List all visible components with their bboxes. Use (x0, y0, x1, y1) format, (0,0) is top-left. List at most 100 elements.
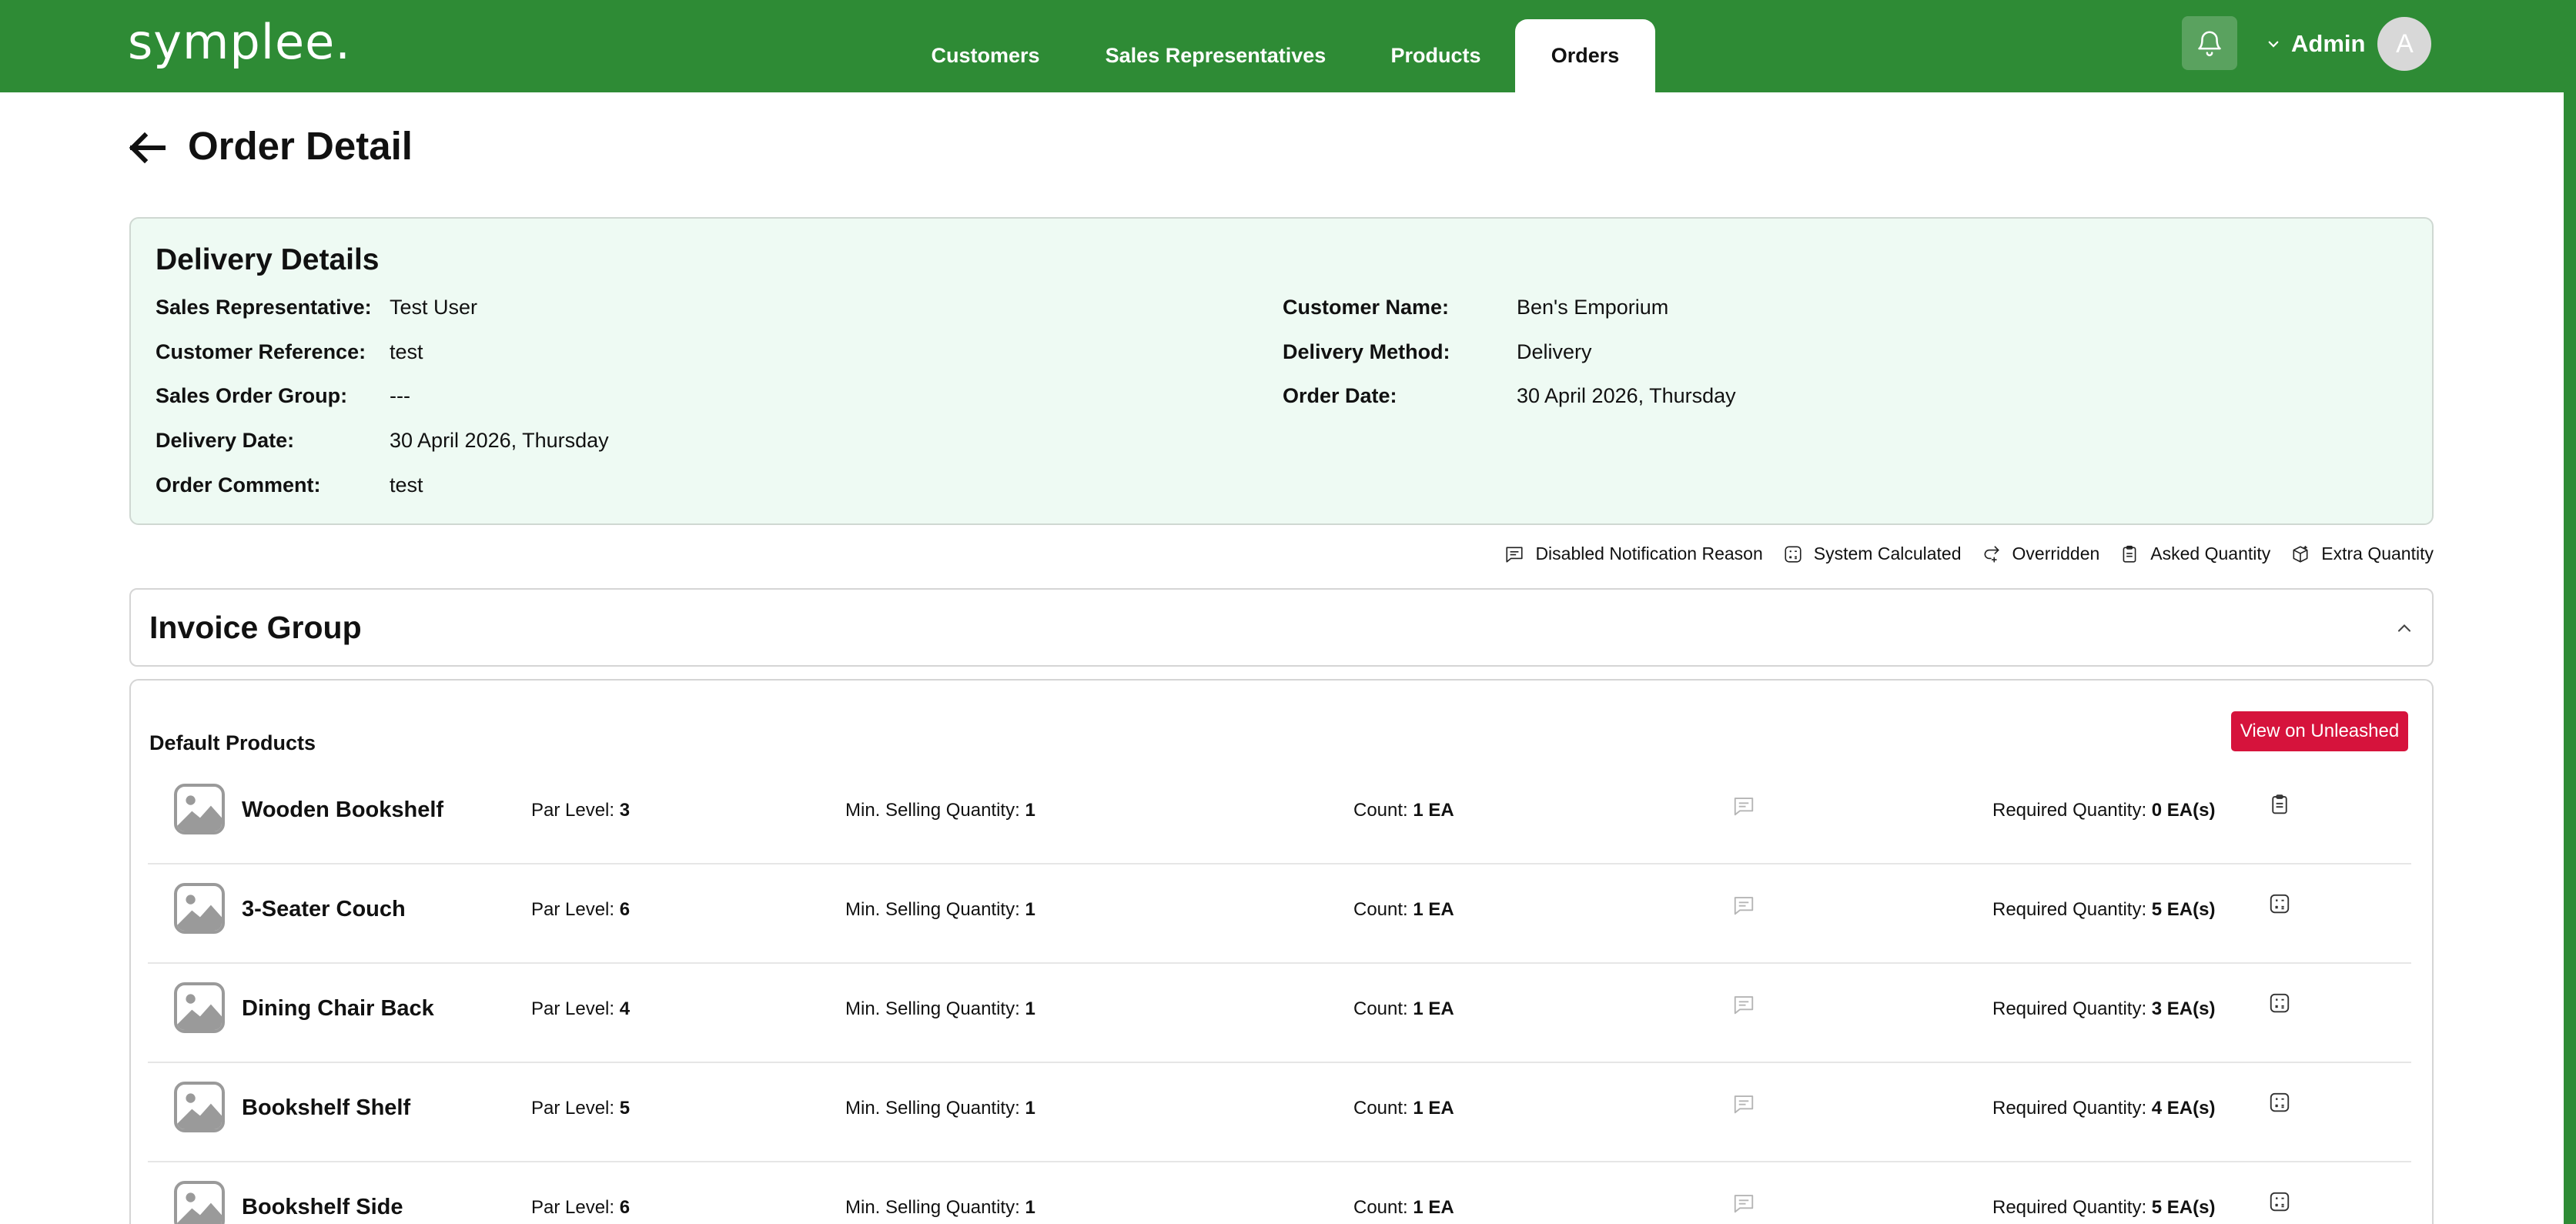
count-label: Count: (1353, 1098, 1408, 1119)
legend-label: Overridden (2012, 543, 2100, 564)
product-row[interactable]: 3-Seater Couch Par Level: 6 Min. Selling Q… (148, 864, 2411, 964)
required-value: 0 EA(s) (2151, 800, 2216, 821)
calculator-icon (1785, 545, 1802, 563)
image-placeholder-icon (174, 784, 225, 834)
calculator-icon (2268, 1091, 2291, 1114)
par-level: Par Level: 6 (531, 1197, 630, 1219)
field-value: Test User (390, 296, 478, 319)
par-level-value: 3 (619, 800, 631, 821)
required-quantity: Required Quantity: 5 EA(s) (1992, 899, 2215, 921)
notifications-button[interactable] (2182, 16, 2237, 70)
legend-label: Disabled Notification Reason (1535, 543, 1763, 564)
back-button[interactable] (126, 129, 166, 166)
invoice-group-header[interactable]: Invoice Group (129, 588, 2434, 667)
product-name[interactable]: Bookshelf Side (242, 1195, 403, 1220)
nav-tab-sales-representatives[interactable]: Sales Representatives (1093, 19, 1338, 92)
legend-disabled-notification-reason: Disabled Notification Reason (1504, 543, 1763, 564)
count: Count: 1 EA (1353, 998, 1454, 1020)
product-name[interactable]: Wooden Bookshelf (242, 798, 443, 823)
comment-icon[interactable] (1732, 993, 1755, 1016)
par-level-label: Par Level: (531, 998, 615, 1019)
required-quantity: Required Quantity: 0 EA(s) (1992, 800, 2215, 821)
legend-label: Extra Quantity (2321, 543, 2434, 564)
app-logo[interactable]: symplee. (128, 14, 351, 70)
min-selling-label: Min. Selling Quantity: (845, 998, 1020, 1019)
required-quantity: Required Quantity: 3 EA(s) (1992, 998, 2215, 1020)
legend-extra-quantity: Extra Quantity (2290, 543, 2434, 564)
par-level-value: 6 (619, 1197, 631, 1218)
required-quantity: Required Quantity: 4 EA(s) (1992, 1098, 2215, 1119)
product-row[interactable]: Dining Chair Back Par Level: 4 Min. Sellin… (148, 964, 2411, 1063)
field-label: Sales Order Group: (156, 384, 348, 407)
min-selling-label: Min. Selling Quantity: (845, 1197, 1020, 1218)
field-label: Sales Representative: (156, 296, 372, 319)
min-selling-value: 1 (1025, 800, 1035, 821)
count-value: 1 EA (1413, 1098, 1454, 1119)
min-selling-label: Min. Selling Quantity: (845, 800, 1020, 821)
calculator-icon (2268, 1190, 2291, 1213)
field-value: test (390, 340, 423, 363)
count: Count: 1 EA (1353, 1197, 1454, 1219)
count-value: 1 EA (1413, 998, 1454, 1019)
icon-legend: Disabled Notification Reason System Calc… (1504, 543, 2434, 564)
required-value: 5 EA(s) (2151, 1197, 2216, 1218)
field-value: test (390, 473, 423, 497)
min-selling-label: Min. Selling Quantity: (845, 1098, 1020, 1119)
calculator-icon (2268, 992, 2291, 1015)
nav-tab-orders[interactable]: Orders (1515, 19, 1655, 92)
page-title: Order Detail (188, 124, 413, 168)
min-selling-value: 1 (1025, 1098, 1035, 1119)
field-label: Order Comment: (156, 473, 321, 497)
count-label: Count: (1353, 1197, 1408, 1218)
view-on-unleashed-button[interactable]: View on Unleashed (2231, 711, 2408, 751)
comment-icon[interactable] (1732, 794, 1755, 818)
nav-tab-products[interactable]: Products (1370, 19, 1501, 92)
comment-icon[interactable] (1732, 894, 1755, 917)
min-selling-quantity: Min. Selling Quantity: 1 (845, 998, 1035, 1020)
min-selling-value: 1 (1025, 1197, 1035, 1218)
image-placeholder-icon (174, 982, 225, 1033)
bell-icon (2198, 31, 2221, 57)
chevron-up-icon[interactable] (2394, 617, 2415, 639)
comment-icon[interactable] (1732, 1192, 1755, 1215)
image-placeholder-icon (174, 1181, 225, 1224)
field-label: Customer Reference: (156, 340, 366, 363)
count: Count: 1 EA (1353, 1098, 1454, 1119)
avatar[interactable]: A (2377, 17, 2432, 71)
field-label: Delivery Date: (156, 429, 295, 452)
nav-tab-customers[interactable]: Customers (907, 19, 1064, 92)
delivery-details-title: Delivery Details (156, 243, 380, 276)
required-value: 3 EA(s) (2151, 998, 2216, 1019)
par-level: Par Level: 3 (531, 800, 630, 821)
product-name[interactable]: Dining Chair Back (242, 996, 434, 1022)
field-label: Customer Name: (1283, 296, 1450, 319)
product-row[interactable]: Bookshelf Side Par Level: 6 Min. Selling Q… (148, 1162, 2411, 1224)
required-label: Required Quantity: (1992, 1197, 2147, 1218)
field-value: --- (390, 384, 410, 407)
product-name[interactable]: 3-Seater Couch (242, 897, 406, 922)
field-label: Order Date: (1283, 384, 1397, 407)
clipboard-icon (2268, 793, 2291, 816)
min-selling-label: Min. Selling Quantity: (845, 899, 1020, 920)
count: Count: 1 EA (1353, 800, 1454, 821)
par-level: Par Level: 4 (531, 998, 630, 1020)
clipboard-icon (2123, 545, 2136, 563)
par-level-value: 6 (619, 899, 631, 920)
arrow-left-icon (129, 132, 166, 164)
invoice-group-title: Invoice Group (149, 610, 362, 645)
user-menu[interactable]: Admin A (2262, 17, 2432, 71)
required-value: 4 EA(s) (2151, 1098, 2216, 1119)
product-name[interactable]: Bookshelf Shelf (242, 1095, 410, 1121)
product-row[interactable]: Bookshelf Shelf Par Level: 5 Min. Selling … (148, 1063, 2411, 1162)
min-selling-quantity: Min. Selling Quantity: 1 (845, 800, 1035, 821)
count-value: 1 EA (1413, 1197, 1454, 1218)
required-label: Required Quantity: (1992, 1098, 2147, 1119)
product-row[interactable]: Wooden Bookshelf Par Level: 3 Min. Selling… (148, 765, 2411, 864)
count-label: Count: (1353, 899, 1408, 920)
min-selling-value: 1 (1025, 998, 1035, 1019)
legend-label: System Calculated (1813, 543, 1962, 564)
scrollbar[interactable] (2564, 92, 2576, 1224)
field-value: 30 April 2026, Thursday (390, 429, 609, 452)
comment-icon[interactable] (1732, 1092, 1755, 1115)
required-label: Required Quantity: (1992, 800, 2147, 821)
